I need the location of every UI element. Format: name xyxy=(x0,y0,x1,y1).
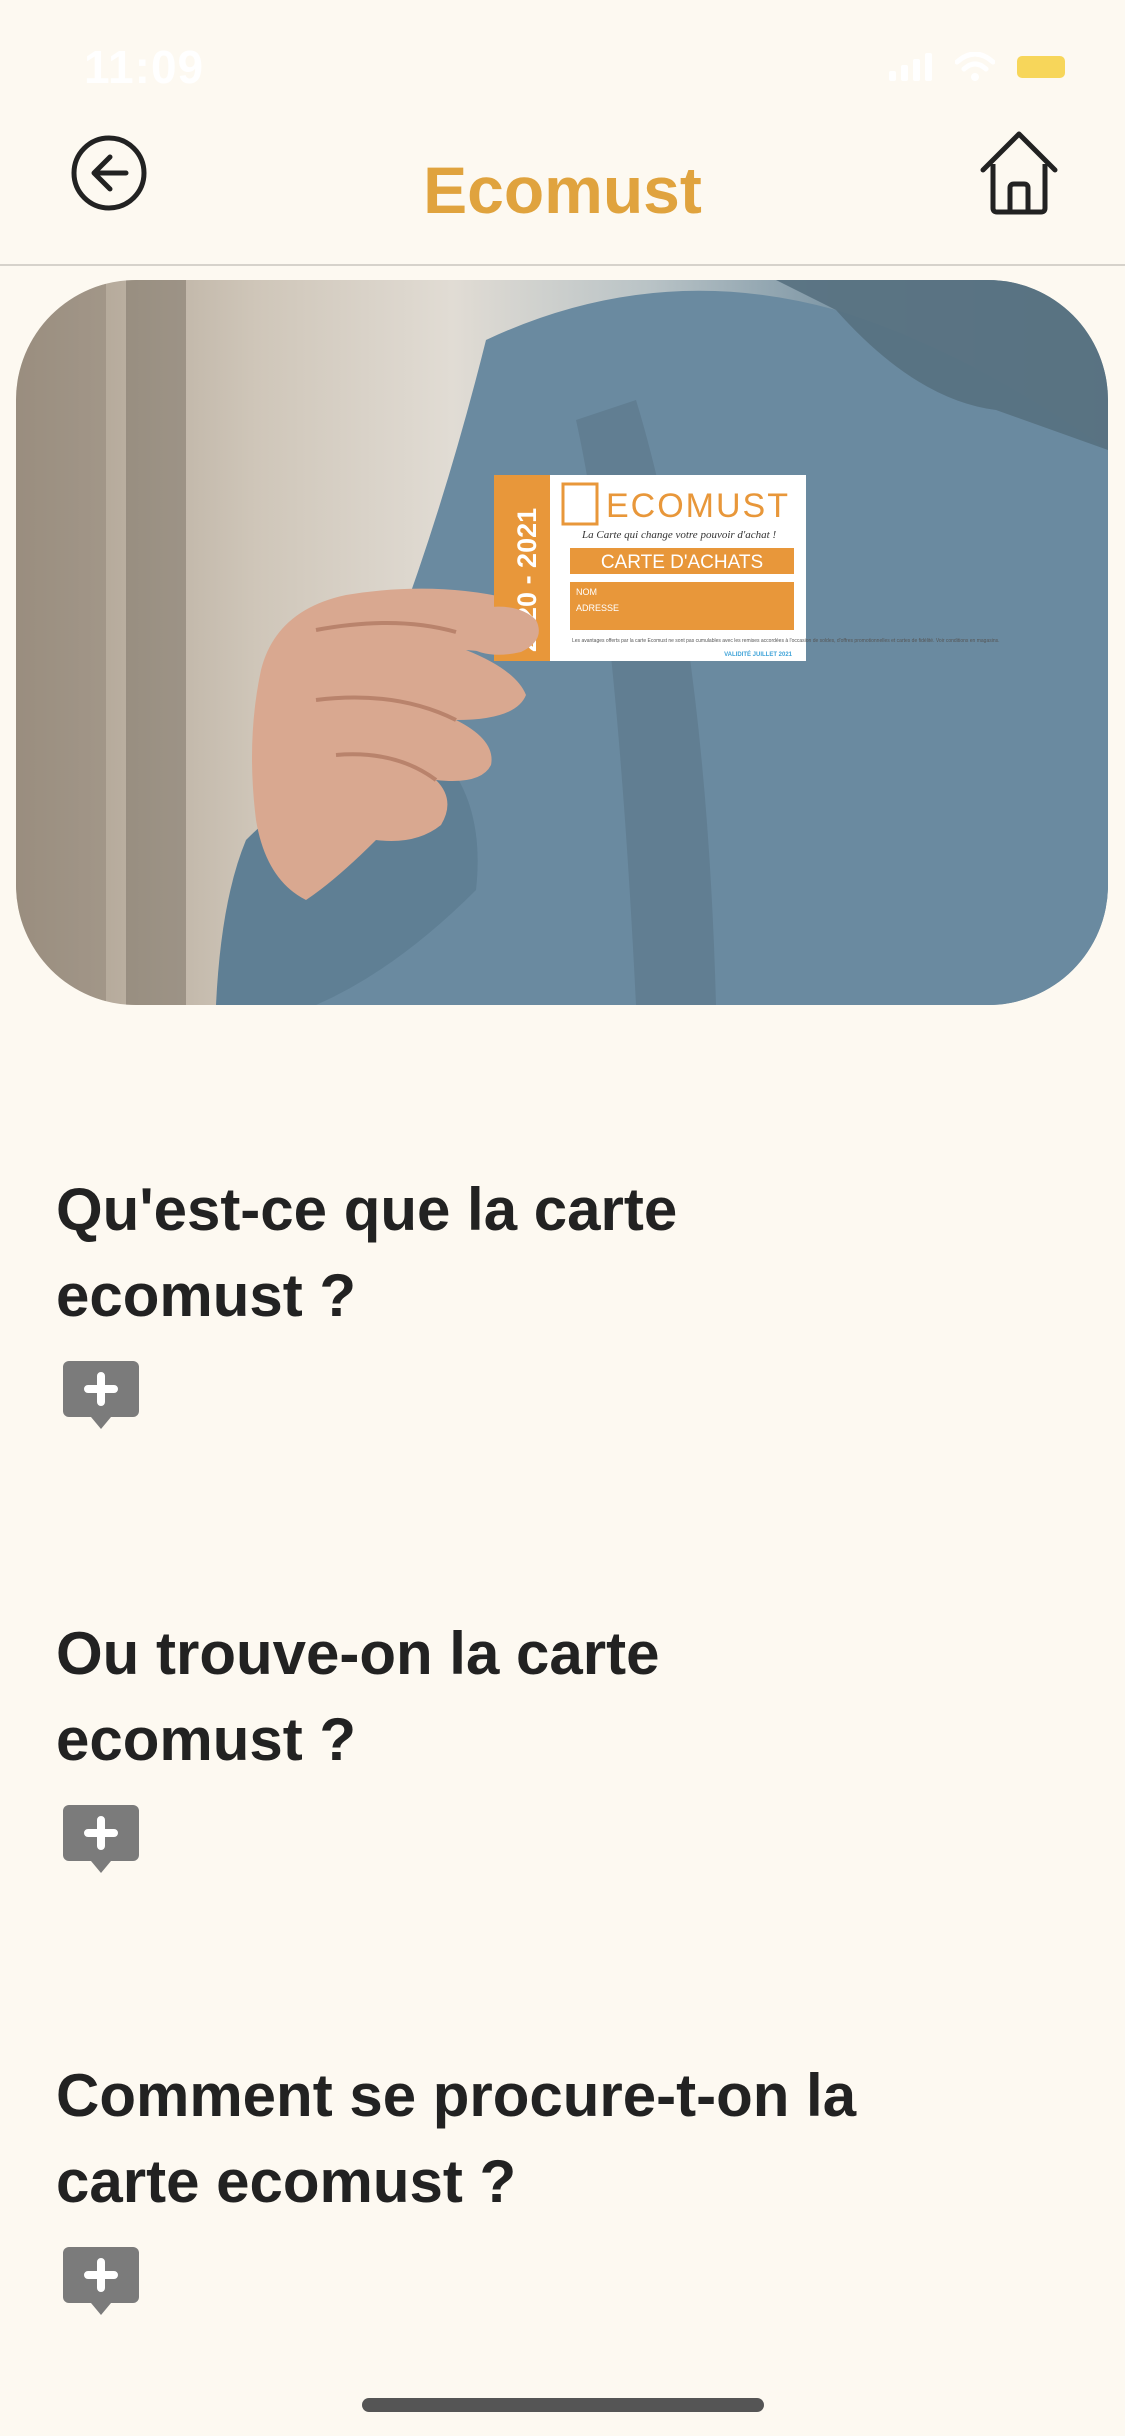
expand-button[interactable] xyxy=(63,2247,139,2325)
status-icons xyxy=(889,52,1065,82)
status-time: 11:09 xyxy=(84,41,205,93)
card-fine-print: Les avantages offerts par la carte Ecomu… xyxy=(572,638,1000,644)
card-field-address: ADRESSE xyxy=(576,603,619,613)
expand-button[interactable] xyxy=(63,1361,139,1439)
faq-item-2: Ou trouve-on la carte ecomust ? xyxy=(56,1611,1056,1883)
faq-question: Ou trouve-on la carte ecomust ? xyxy=(56,1620,660,1773)
card-label: CARTE D'ACHATS xyxy=(601,552,763,573)
card-field-name: NOM xyxy=(576,587,597,597)
nav-bar: Ecomust xyxy=(0,131,1125,266)
status-bar: 11:09 xyxy=(0,0,1125,132)
faq-item-3: Comment se procure-t-on la carte ecomust… xyxy=(56,2053,1056,2325)
faq-item-1: Qu'est-ce que la carte ecomust ? xyxy=(56,1167,1056,1439)
signal-icon xyxy=(889,53,932,81)
home-icon[interactable] xyxy=(977,128,1061,218)
faq-question: Qu'est-ce que la carte ecomust ? xyxy=(56,1176,678,1329)
hero-image: 2020 - 2021 ECOMUST La Carte qui change … xyxy=(16,280,1108,1005)
expand-button[interactable] xyxy=(63,1805,139,1883)
card-validity: VALIDITÉ JUILLET 2021 xyxy=(724,650,793,658)
wifi-icon xyxy=(955,52,995,81)
card-tagline: La Carte qui change votre pouvoir d'acha… xyxy=(581,529,776,541)
page-title: Ecomust xyxy=(423,153,702,227)
battery-icon xyxy=(1017,56,1065,78)
home-indicator[interactable] xyxy=(362,2398,764,2412)
card-brand: ECOMUST xyxy=(606,487,790,525)
faq-question: Comment se procure-t-on la carte ecomust… xyxy=(56,2062,857,2215)
